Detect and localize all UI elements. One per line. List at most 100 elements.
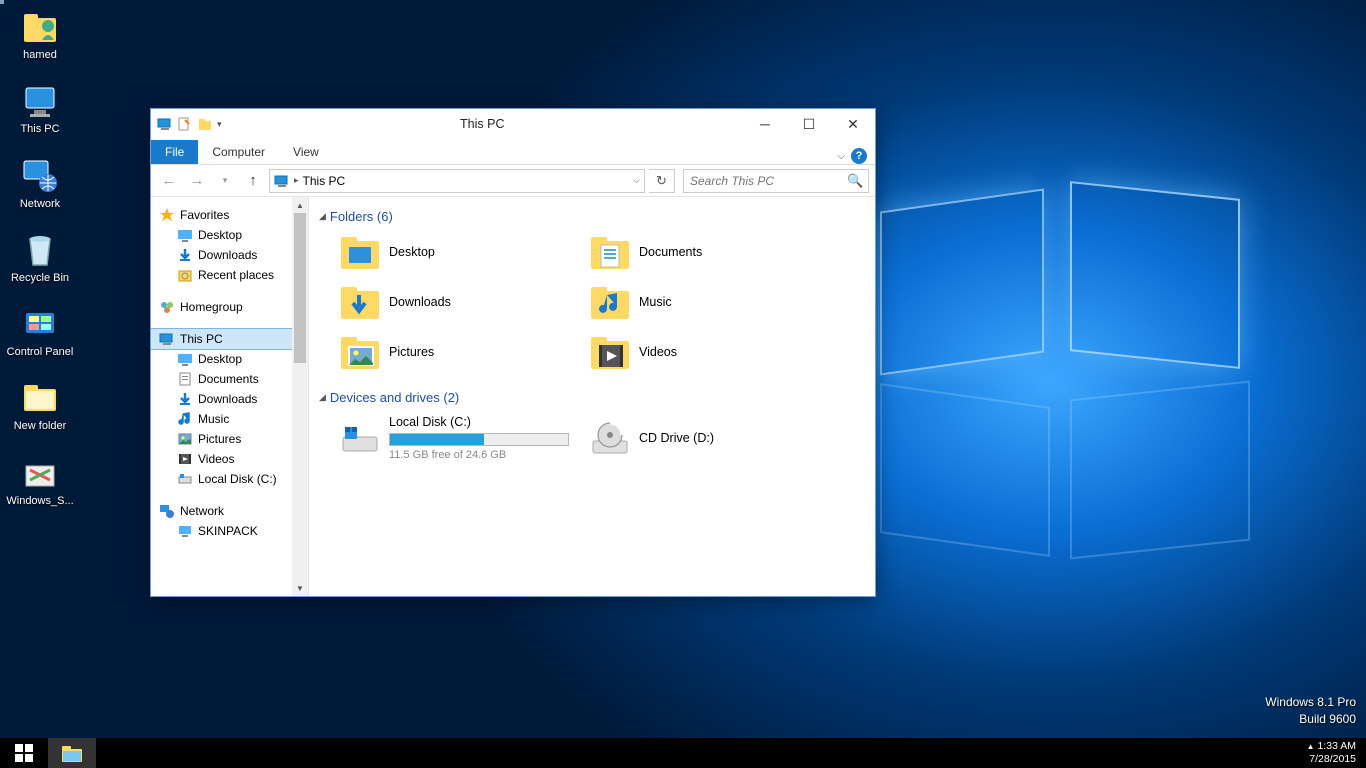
documents-icon [177, 371, 193, 387]
forward-button[interactable]: → [185, 169, 209, 193]
recent-locations-icon[interactable]: ▾ [213, 169, 237, 193]
desktop-icon-this-pc[interactable]: This PC [4, 80, 76, 136]
navpane-scrollbar[interactable]: ▲ ▼ [292, 197, 308, 596]
nav-pc-videos[interactable]: Videos [151, 449, 308, 469]
minimize-button[interactable]: ─ [743, 110, 787, 138]
address-bar: ← → ▾ ↑ ▸ This PC ⌵ ↻ 🔍 [151, 165, 875, 197]
network-icon [159, 503, 175, 519]
file-tab[interactable]: File [151, 140, 198, 164]
download-icon [177, 247, 193, 263]
desktop-icon-label: Windows_S... [6, 494, 73, 508]
homegroup-icon [159, 299, 175, 315]
desktop-icon-control-panel[interactable]: Control Panel [4, 303, 76, 359]
search-icon[interactable]: 🔍 [847, 173, 863, 189]
search-input[interactable] [690, 174, 847, 188]
nav-fav-recent[interactable]: Recent places [151, 265, 308, 285]
drive-usage-bar [389, 433, 569, 446]
search-box[interactable]: 🔍 [683, 169, 869, 193]
maximize-button[interactable]: ☐ [787, 110, 831, 138]
refresh-button[interactable]: ↻ [649, 169, 675, 193]
folder-icon [20, 377, 60, 417]
window-title: This PC [222, 117, 743, 131]
nav-network[interactable]: Network [151, 501, 308, 521]
control-panel-icon [20, 303, 60, 343]
nav-favorites[interactable]: Favorites [151, 205, 308, 225]
cd-drive-icon [589, 419, 631, 457]
desktop-icon-windows-s[interactable]: Windows_S... [4, 452, 76, 508]
drive-status: 11.5 GB free of 24.6 GB [389, 448, 569, 463]
content-pane: ◢Folders (6) Desktop Documents Downloads… [309, 197, 875, 596]
desktop-icon-label: This PC [20, 122, 59, 136]
pc-icon [274, 173, 290, 189]
start-button[interactable] [0, 738, 48, 768]
folder-videos[interactable]: Videos [583, 330, 833, 374]
tray-time: 1:33 AM [1317, 740, 1356, 752]
network-icon [20, 155, 60, 195]
folder-downloads[interactable]: Downloads [333, 280, 583, 324]
computer-tab[interactable]: Computer [198, 140, 279, 164]
pc-icon [20, 80, 60, 120]
desktop-folder-icon [339, 233, 381, 271]
videos-folder-icon [589, 333, 631, 371]
drives-group-header[interactable]: ◢Devices and drives (2) [313, 386, 871, 411]
desktop-icon-label: New folder [14, 419, 67, 433]
folder-pictures[interactable]: Pictures [333, 330, 583, 374]
scrollbar-thumb[interactable] [294, 213, 306, 363]
nav-fav-downloads[interactable]: Downloads [151, 245, 308, 265]
nav-pc-documents[interactable]: Documents [151, 369, 308, 389]
drive-name: CD Drive (D:) [639, 430, 714, 447]
music-icon [177, 411, 193, 427]
desktop-icon [177, 227, 193, 243]
desktop-icon-user[interactable]: hamed [4, 6, 76, 62]
nav-pc-music[interactable]: Music [151, 409, 308, 429]
back-button[interactable]: ← [157, 169, 181, 193]
up-button[interactable]: ↑ [241, 169, 265, 193]
drive-icon [339, 419, 381, 457]
desktop-icon-recycle-bin[interactable]: Recycle Bin [4, 229, 76, 285]
nav-homegroup[interactable]: Homegroup [151, 297, 308, 317]
system-tray[interactable]: ▲ 1:33 AM 7/28/2015 [1297, 738, 1366, 768]
breadcrumb-dropdown-icon[interactable]: ⌵ [633, 175, 640, 186]
windows-watermark: Windows 8.1 Pro Build 9600 [1265, 694, 1356, 728]
titlebar[interactable]: ▾ This PC ─ ☐ ✕ [151, 109, 875, 139]
help-icon[interactable]: ? [851, 148, 867, 164]
scroll-down-icon[interactable]: ▼ [292, 580, 308, 596]
file-explorer-window: ▾ This PC ─ ☐ ✕ File Computer View ⌵ ? ←… [150, 108, 876, 597]
new-folder-icon[interactable] [197, 116, 213, 132]
nav-pc-desktop[interactable]: Desktop [151, 349, 308, 369]
documents-folder-icon [589, 233, 631, 271]
desktop-icon-label: Recycle Bin [11, 271, 69, 285]
nav-pc-pictures[interactable]: Pictures [151, 429, 308, 449]
pictures-icon [177, 431, 193, 447]
close-button[interactable]: ✕ [831, 110, 875, 138]
breadcrumb-location: This PC [303, 174, 346, 188]
taskbar-explorer-button[interactable] [48, 738, 96, 768]
ribbon-expand-icon[interactable]: ⌵ [837, 151, 845, 162]
desktop-icon [177, 351, 193, 367]
nav-this-pc[interactable]: This PC [151, 329, 308, 349]
drive-cd-d[interactable]: CD Drive (D:) [583, 411, 833, 466]
folder-documents[interactable]: Documents [583, 230, 833, 274]
nav-fav-desktop[interactable]: Desktop [151, 225, 308, 245]
user-folder-icon [20, 6, 60, 46]
folder-desktop[interactable]: Desktop [333, 230, 583, 274]
breadcrumb[interactable]: ▸ This PC ⌵ [269, 169, 645, 193]
view-tab[interactable]: View [279, 140, 333, 164]
nav-net-skinpack[interactable]: SKINPACK [151, 521, 308, 541]
pc-icon [157, 116, 173, 132]
ribbon-tabs: File Computer View ⌵ ? [151, 139, 875, 165]
properties-icon[interactable] [177, 116, 193, 132]
drive-local-disk-c[interactable]: Local Disk (C:) 11.5 GB free of 24.6 GB [333, 411, 583, 466]
desktop-icon-new-folder[interactable]: New folder [4, 377, 76, 433]
nav-pc-downloads[interactable]: Downloads [151, 389, 308, 409]
folder-music[interactable]: Music [583, 280, 833, 324]
folders-group-header[interactable]: ◢Folders (6) [313, 205, 871, 230]
nav-pc-local-disk[interactable]: Local Disk (C:) [151, 469, 308, 489]
desktop-icon-network[interactable]: Network [4, 155, 76, 211]
scroll-up-icon[interactable]: ▲ [292, 197, 308, 213]
star-icon [159, 207, 175, 223]
videos-icon [177, 451, 193, 467]
recycle-bin-icon [20, 229, 60, 269]
tray-expand-icon[interactable]: ▲ [1307, 742, 1315, 751]
desktop-icon-grid: hamed This PC Network Recycle Bin Contro… [4, 6, 76, 508]
